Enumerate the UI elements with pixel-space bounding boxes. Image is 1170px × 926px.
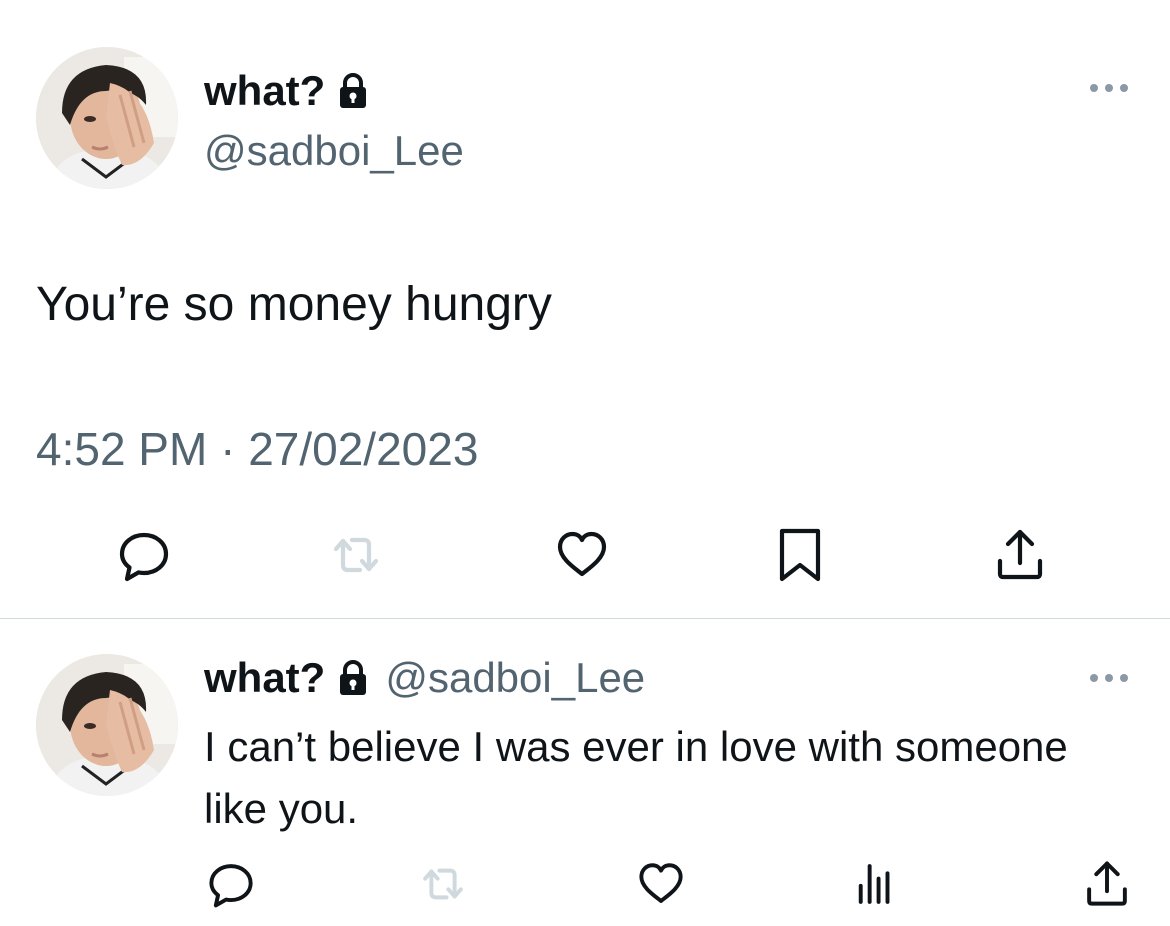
author-avatar[interactable]	[36, 47, 178, 189]
like-icon[interactable]	[554, 527, 610, 583]
tweet-divider	[0, 618, 1170, 619]
author-handle[interactable]: @sadboi_Lee	[204, 124, 464, 178]
more-options-icon[interactable]	[1086, 668, 1132, 688]
tweet-timestamp[interactable]: 4:52 PM · 27/02/2023	[36, 420, 478, 478]
more-options-icon[interactable]	[1086, 78, 1132, 98]
reply-display-name[interactable]: what?	[204, 651, 325, 705]
views-icon[interactable]	[850, 859, 900, 909]
bookmark-icon[interactable]	[772, 527, 828, 583]
tweet-text: You’re so money hungry	[36, 278, 552, 331]
author-name-row[interactable]: what?	[204, 64, 369, 118]
reply-icon[interactable]	[206, 859, 256, 909]
reply-text: I can’t believe I was ever in love with …	[204, 723, 1068, 832]
avatar-photo	[36, 654, 178, 796]
reply-author-row[interactable]: what? @sadboi_Lee	[204, 651, 645, 705]
lock-icon	[337, 659, 369, 697]
reply-icon[interactable]	[116, 527, 172, 583]
like-icon[interactable]	[636, 859, 686, 909]
reply-author-avatar[interactable]	[36, 654, 178, 796]
retweet-icon	[328, 527, 384, 583]
share-icon[interactable]	[1082, 859, 1132, 909]
display-name[interactable]: what?	[204, 64, 325, 118]
lock-icon	[337, 72, 369, 110]
avatar-photo	[36, 47, 178, 189]
retweet-icon	[418, 859, 468, 909]
reply-author-handle[interactable]: @sadboi_Lee	[385, 651, 645, 705]
share-icon[interactable]	[992, 527, 1048, 583]
